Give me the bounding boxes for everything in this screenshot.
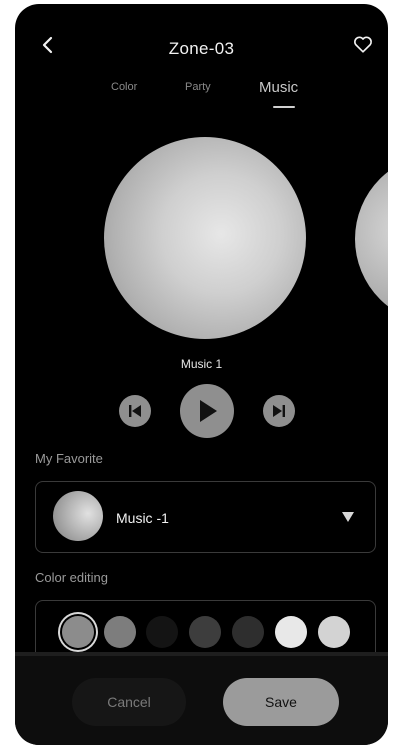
favorite-dropdown[interactable]: Music -1 (35, 481, 376, 553)
cancel-button[interactable]: Cancel (72, 678, 186, 726)
skip-next-icon (273, 405, 285, 417)
action-bar-divider (15, 652, 388, 656)
next-track-button[interactable] (263, 395, 295, 427)
previous-track-button[interactable] (119, 395, 151, 427)
color-swatch-panel (35, 600, 376, 660)
tab-color[interactable]: Color (111, 81, 137, 93)
header: Zone-03 (15, 4, 388, 74)
color-swatch[interactable] (318, 616, 350, 648)
tab-active-indicator (273, 106, 295, 108)
skip-previous-icon (129, 405, 141, 417)
favorite-selected-value: Music -1 (116, 510, 169, 526)
heart-outline-icon[interactable] (352, 33, 374, 55)
color-swatch[interactable] (62, 616, 94, 648)
page-title: Zone-03 (168, 39, 235, 58)
color-swatch[interactable] (104, 616, 136, 648)
favorite-thumbnail (53, 491, 103, 541)
tab-music[interactable]: Music (259, 79, 298, 96)
tab-bar: Color Party Music (15, 77, 388, 107)
album-art-current[interactable] (104, 137, 306, 339)
album-art-next[interactable] (355, 154, 388, 324)
color-swatch[interactable] (146, 616, 178, 648)
play-icon (200, 400, 217, 422)
color-swatch[interactable] (189, 616, 221, 648)
color-editing-label: Color editing (35, 570, 108, 585)
color-swatch[interactable] (232, 616, 264, 648)
color-swatch[interactable] (275, 616, 307, 648)
phone-screen: Zone-03 Color Party Music Music 1 My Fav… (15, 4, 388, 745)
save-button[interactable]: Save (223, 678, 339, 726)
tab-party[interactable]: Party (185, 81, 211, 93)
play-button[interactable] (180, 384, 234, 438)
caret-down-icon (342, 512, 354, 522)
my-favorite-label: My Favorite (35, 451, 103, 466)
track-title: Music 1 (180, 357, 223, 371)
